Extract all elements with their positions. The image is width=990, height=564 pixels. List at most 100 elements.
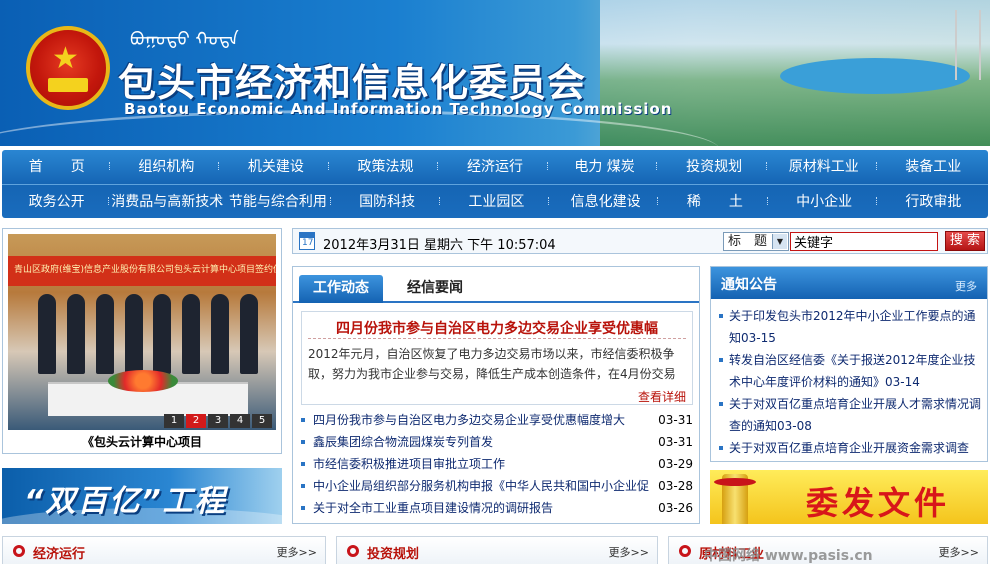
nav-item-equipment[interactable]: 装备工业 (879, 150, 989, 182)
person-figure (66, 294, 85, 374)
main-nav: 首 页 组织机构 机关建设 政策法规 经济运行 电力 煤炭 投资规划 原材料工业… (2, 150, 988, 218)
committee-documents-banner[interactable]: 委发文件 (710, 470, 988, 524)
section-more-link[interactable]: 更多>> (277, 544, 317, 560)
section-title: 经济运行 (33, 547, 86, 562)
search-button[interactable]: 搜 索 (945, 231, 985, 251)
notice-item-text[interactable]: 关于对双百亿重点培育企业开展人才需求情况调查的通知03-08 (729, 397, 981, 433)
notice-item-text[interactable]: 关于对双百亿重点培育企业开展资金需求调查 (729, 441, 969, 455)
notice-panel: 通知公告 更多 关于印发包头市2012年中小企业工作要点的通知03-15 转发自… (710, 266, 988, 462)
nav-item-raw-materials[interactable]: 原材料工业 (769, 150, 879, 182)
news-item-date: 03-28 (658, 479, 693, 493)
news-item-title[interactable]: 市经信委积极推进项目审批立项工作 (313, 453, 651, 475)
headline-title[interactable]: 四月份我市参与自治区电力多边交易企业享受优惠幅 (302, 318, 692, 338)
slideshow-people (38, 294, 258, 374)
person-figure (239, 294, 258, 374)
nav-item-power-coal[interactable]: 电力 煤炭 (550, 150, 660, 182)
notice-more-link[interactable]: 更多 (955, 278, 977, 294)
nav-item-consumer-hightech[interactable]: 消费品与高新技术 (111, 185, 223, 216)
nav-row-1: 首 页 组织机构 机关建设 政策法规 经济运行 电力 煤炭 投资规划 原材料工业… (2, 150, 988, 182)
header-banner: ★ ᠪᠤᠭᠤᠲᠤ ᠬᠣᠲᠠ 包头市经济和信息化委员会 Baotou Econom… (0, 0, 990, 146)
notice-title: 通知公告 (721, 277, 777, 293)
national-emblem-icon: ★ (26, 26, 110, 110)
notice-item-text[interactable]: 转发自治区经信委《关于报送2012年度企业技术中心年度评价材料的通知》03-14 (729, 353, 976, 389)
headline-box: 四月份我市参与自治区电力多边交易企业享受优惠幅 2012年元月，自治区恢复了电力… (301, 311, 693, 405)
banner-tower (955, 10, 981, 80)
news-list: 四月份我市参与自治区电力多边交易企业享受优惠幅度增大 03-31 鑫辰集团综合物… (301, 409, 693, 519)
headline-divider (308, 338, 686, 339)
ring-icon (13, 545, 25, 557)
pillar-cap (714, 478, 756, 486)
bullet-icon (719, 446, 723, 450)
section-more-link[interactable]: 更多>> (939, 544, 979, 560)
bullet-icon (301, 484, 305, 488)
bullet-icon (719, 402, 723, 406)
list-item[interactable]: 鑫辰集团综合物流园煤炭专列首发 03-31 (301, 431, 693, 453)
list-item[interactable]: 关于对双百亿重点培育企业开展资金需求调查 (719, 437, 981, 459)
section-investment-planning: 投资规划 更多>> (336, 536, 658, 564)
news-panel: 工作动态 经信要闻 四月份我市参与自治区电力多边交易企业享受优惠幅 2012年元… (292, 266, 700, 524)
search-type-select[interactable]: 标 题 ▼ (723, 232, 789, 251)
list-item[interactable]: 关于印发包头市2012年中小企业工作要点的通知03-15 (719, 305, 981, 349)
person-figure (153, 294, 172, 374)
list-item[interactable]: 市经信委积极推进项目审批立项工作 03-29 (301, 453, 693, 475)
news-item-date: 03-29 (658, 457, 693, 471)
list-item[interactable]: 转发自治区经信委《关于报送2012年度企业技术中心年度评价材料的通知》03-14 (719, 349, 981, 393)
ring-icon (679, 545, 691, 557)
person-figure (211, 294, 230, 374)
tab-work-updates[interactable]: 工作动态 (299, 275, 383, 303)
search-type-value: 标 题 (728, 234, 768, 249)
section-more-link[interactable]: 更多>> (609, 544, 649, 560)
nav-item-government-affairs[interactable]: 政务公开 (2, 185, 111, 216)
slideshow-caption[interactable]: 《包头云计算中心项目 (3, 433, 281, 450)
bullet-icon (301, 462, 305, 466)
double-hundred-billion-banner[interactable]: “双百亿”工程 (2, 468, 282, 524)
person-figure (124, 294, 143, 374)
current-datetime: 2012年3月31日 星期六 下午 10:57:04 (323, 238, 556, 253)
slide-page-1[interactable]: 1 (164, 414, 184, 428)
nav-item-informatization[interactable]: 信息化建设 (551, 185, 660, 216)
news-item-date: 03-31 (658, 413, 693, 427)
banner-lake (780, 58, 970, 94)
news-item-title[interactable]: 鑫辰集团综合物流园煤炭专列首发 (313, 431, 651, 453)
nav-item-defense-tech[interactable]: 国防科技 (333, 185, 442, 216)
bullet-icon (301, 440, 305, 444)
list-item[interactable]: 关于对全市工业重点项目建设情况的调研报告 03-26 (301, 497, 693, 519)
slide-page-2[interactable]: 2 (186, 414, 206, 428)
person-figure (182, 294, 201, 374)
nav-item-economic-operation[interactable]: 经济运行 (440, 150, 550, 182)
search-input[interactable] (790, 232, 938, 251)
nav-item-home[interactable]: 首 页 (2, 150, 112, 182)
slideshow-image[interactable]: 青山区政府(维宝)信息产业股份有限公司包头云计算中心项目签约仪式 1 2 3 4… (8, 234, 276, 430)
nav-item-agency-building[interactable]: 机关建设 (221, 150, 331, 182)
nav-item-policy[interactable]: 政策法规 (331, 150, 441, 182)
chevron-down-icon[interactable]: ▼ (772, 234, 787, 249)
bullet-icon (301, 506, 305, 510)
slide-page-5[interactable]: 5 (252, 414, 272, 428)
nav-item-rare-earth[interactable]: 稀 土 (660, 185, 769, 216)
calendar-icon: 17 (299, 232, 315, 250)
section-economic-operation: 经济运行 更多>> (2, 536, 326, 564)
news-item-title[interactable]: 关于对全市工业重点项目建设情况的调研报告 (313, 497, 651, 519)
site-title-english: Baotou Economic And Information Technolo… (124, 100, 673, 118)
list-item[interactable]: 关于对双百亿重点培育企业开展人才需求情况调查的通知03-08 (719, 393, 981, 437)
calendar-day: 17 (302, 238, 314, 248)
nav-item-admin-approval[interactable]: 行政审批 (879, 185, 988, 216)
list-item[interactable]: 中小企业局组织部分服务机构申报《中华人民共和国中小企业促 03-28 (301, 475, 693, 497)
list-item[interactable]: 四月份我市参与自治区电力多边交易企业享受优惠幅度增大 03-31 (301, 409, 693, 431)
slide-page-4[interactable]: 4 (230, 414, 250, 428)
notice-header: 通知公告 更多 (711, 267, 987, 299)
nav-item-industrial-parks[interactable]: 工业园区 (442, 185, 551, 216)
nav-item-sme[interactable]: 中小企业 (770, 185, 879, 216)
nav-item-energy-saving[interactable]: 节能与综合利用 (223, 185, 332, 216)
bullet-icon (719, 358, 723, 362)
nav-item-organization[interactable]: 组织机构 (112, 150, 222, 182)
news-item-title[interactable]: 四月份我市参与自治区电力多边交易企业享受优惠幅度增大 (313, 409, 651, 431)
news-item-date: 03-31 (658, 435, 693, 449)
nav-item-investment[interactable]: 投资规划 (659, 150, 769, 182)
notice-item-text[interactable]: 关于印发包头市2012年中小企业工作要点的通知03-15 (729, 309, 976, 345)
headline-more-link[interactable]: 查看详细 (638, 388, 686, 405)
committee-documents-text: 委发文件 (806, 484, 951, 522)
news-item-title[interactable]: 中小企业局组织部分服务机构申报《中华人民共和国中小企业促 (313, 475, 651, 497)
slide-page-3[interactable]: 3 (208, 414, 228, 428)
tab-key-news[interactable]: 经信要闻 (393, 275, 477, 303)
